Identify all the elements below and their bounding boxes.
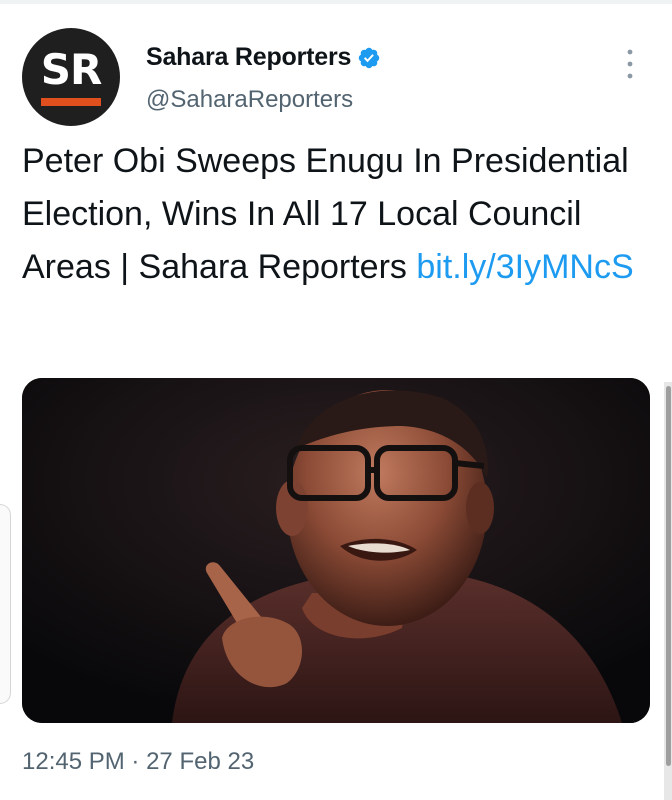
tweet-screen: SR Sahara Reporters @SaharaReporters Pet… bbox=[0, 0, 672, 800]
tweet-time: 12:45 PM bbox=[22, 748, 125, 775]
avatar-logo-underline bbox=[41, 98, 101, 106]
edge-panel-handle[interactable] bbox=[0, 504, 11, 704]
author-name-row[interactable]: Sahara Reporters bbox=[146, 43, 381, 72]
avatar[interactable]: SR bbox=[22, 28, 120, 126]
tweet-link[interactable]: bit.ly/3IyMNcS bbox=[416, 248, 633, 286]
photo-icon bbox=[22, 378, 650, 723]
tweet-date: 27 Feb 23 bbox=[146, 748, 255, 775]
tweet-timestamp[interactable]: 12:45 PM · 27 Feb 23 bbox=[22, 748, 254, 776]
avatar-logo-text: SR bbox=[40, 45, 103, 94]
tweet-text: Peter Obi Sweeps Enugu In Presidential E… bbox=[22, 135, 642, 294]
author-display-name[interactable]: Sahara Reporters bbox=[146, 43, 351, 72]
author-handle[interactable]: @SaharaReporters bbox=[146, 86, 353, 114]
more-vertical-icon[interactable] bbox=[624, 46, 636, 82]
tweet-header: SR Sahara Reporters @SaharaReporters bbox=[22, 28, 650, 128]
top-divider bbox=[0, 0, 672, 4]
tweet-photo[interactable] bbox=[22, 378, 650, 723]
timestamp-separator: · bbox=[131, 748, 140, 775]
verified-badge-icon bbox=[358, 47, 380, 68]
scrollbar-thumb[interactable] bbox=[666, 386, 671, 766]
